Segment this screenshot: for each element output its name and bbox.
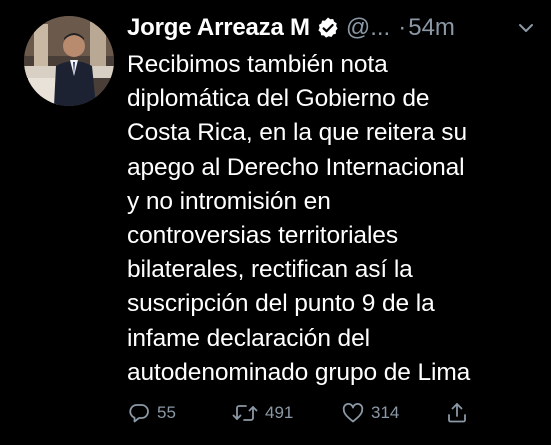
tweet-text: Recibimos también nota diplomática del G… <box>127 48 539 390</box>
like-button[interactable]: 314 <box>341 401 399 425</box>
chevron-down-icon[interactable] <box>515 17 537 39</box>
tweet-content: Jorge Arreaza M @... · 54m Recibimos tam… <box>127 10 539 390</box>
tweet-header: Jorge Arreaza M @... · 54m <box>127 10 539 46</box>
separator-dot: · <box>398 14 407 41</box>
tweet-text-line: infame declaración del <box>127 324 370 352</box>
tweet-text-line: apego al Derecho Internacional <box>127 153 465 181</box>
tweet-card[interactable]: Jorge Arreaza M @... · 54m Recibimos tam… <box>0 0 551 445</box>
reply-count: 55 <box>157 403 176 422</box>
tweet-text-line: Costa Rica, en la que reitera su <box>127 119 467 147</box>
share-button[interactable] <box>445 401 469 425</box>
tweet-timestamp[interactable]: 54m <box>408 14 455 42</box>
retweet-count: 491 <box>265 403 294 422</box>
verified-badge-icon <box>316 16 340 40</box>
tweet-text-line: bilaterales, rectifican así la <box>127 256 413 284</box>
avatar-photo <box>24 16 114 106</box>
tweet-actions: 55 491 314 <box>127 398 487 428</box>
tweet-text-line: diplomática del Gobierno de <box>127 85 430 113</box>
share-icon <box>448 403 466 423</box>
author-handle[interactable]: @... <box>346 14 390 42</box>
author-name[interactable]: Jorge Arreaza M <box>127 14 310 42</box>
retweet-button[interactable]: 491 <box>231 401 293 425</box>
like-count: 314 <box>371 403 400 422</box>
tweet-text-line: suscripción del punto 9 de la <box>127 290 435 318</box>
reply-button[interactable]: 55 <box>127 401 176 425</box>
retweet-icon <box>232 405 258 421</box>
tweet-text-line: Recibimos también nota <box>127 51 388 78</box>
heart-icon <box>342 403 364 423</box>
reply-icon <box>129 404 149 423</box>
tweet-text-line: controversias territoriales <box>127 222 398 250</box>
tweet-text-line: autodenominado grupo de Lima <box>127 358 471 386</box>
tweet-text-line: y no intromisión en <box>127 187 331 215</box>
avatar[interactable] <box>24 16 114 106</box>
